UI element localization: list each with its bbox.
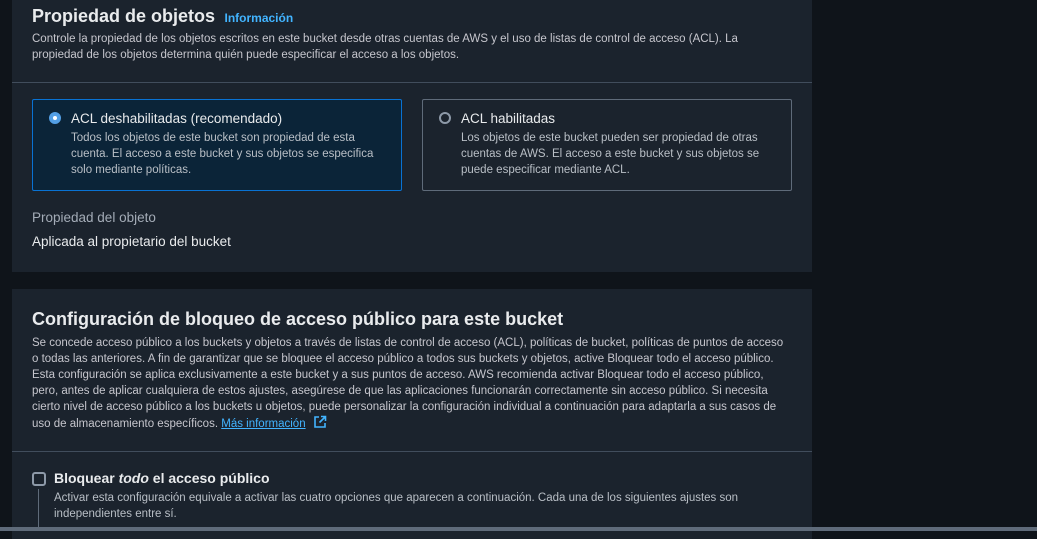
radio-unselected-icon[interactable]: [439, 112, 451, 124]
radio-selected-icon[interactable]: [49, 112, 61, 124]
object-ownership-panel: Propiedad de objetos Información Control…: [12, 0, 812, 272]
info-link[interactable]: Información: [224, 11, 293, 25]
block-public-access-description: Se concede acceso público a los buckets …: [32, 335, 792, 432]
block-all-description: Activar esta configuración equivale a ac…: [54, 492, 739, 520]
indent-line: [38, 489, 39, 529]
object-ownership-value: Aplicada al propietario del bucket: [32, 234, 231, 249]
acl-enabled-option[interactable]: ACL habilitadas Los objetos de este buck…: [422, 99, 792, 191]
block-all-label: Bloquear todo el acceso público: [54, 470, 270, 486]
object-ownership-description: Controle la propiedad de los objetos esc…: [32, 33, 738, 61]
object-ownership-title: Propiedad de objetos: [32, 6, 216, 26]
object-ownership-header: Propiedad de objetos Información Control…: [12, 0, 812, 63]
block-all-checkbox[interactable]: [32, 472, 46, 486]
divider: [12, 451, 812, 452]
external-link-icon[interactable]: [313, 415, 327, 429]
divider: [12, 82, 812, 83]
option-description: Todos los objetos de este bucket son pro…: [71, 132, 374, 176]
description-text: Se concede acceso público a los buckets …: [32, 337, 784, 430]
more-info-link[interactable]: Más información: [221, 418, 305, 430]
option-label: ACL deshabilitadas (recomendado): [71, 111, 283, 126]
object-ownership-label: Propiedad del objeto: [32, 210, 156, 225]
option-label: ACL habilitadas: [461, 111, 556, 126]
acl-disabled-option[interactable]: ACL deshabilitadas (recomendado) Todos l…: [32, 99, 402, 191]
option-description: Los objetos de este bucket pueden ser pr…: [461, 132, 760, 176]
horizontal-scrollbar[interactable]: [0, 527, 1037, 531]
block-public-access-header: Configuración de bloqueo de acceso públi…: [12, 289, 812, 432]
block-public-access-title: Configuración de bloqueo de acceso públi…: [32, 309, 564, 329]
block-public-access-panel: Configuración de bloqueo de acceso públi…: [12, 289, 812, 539]
